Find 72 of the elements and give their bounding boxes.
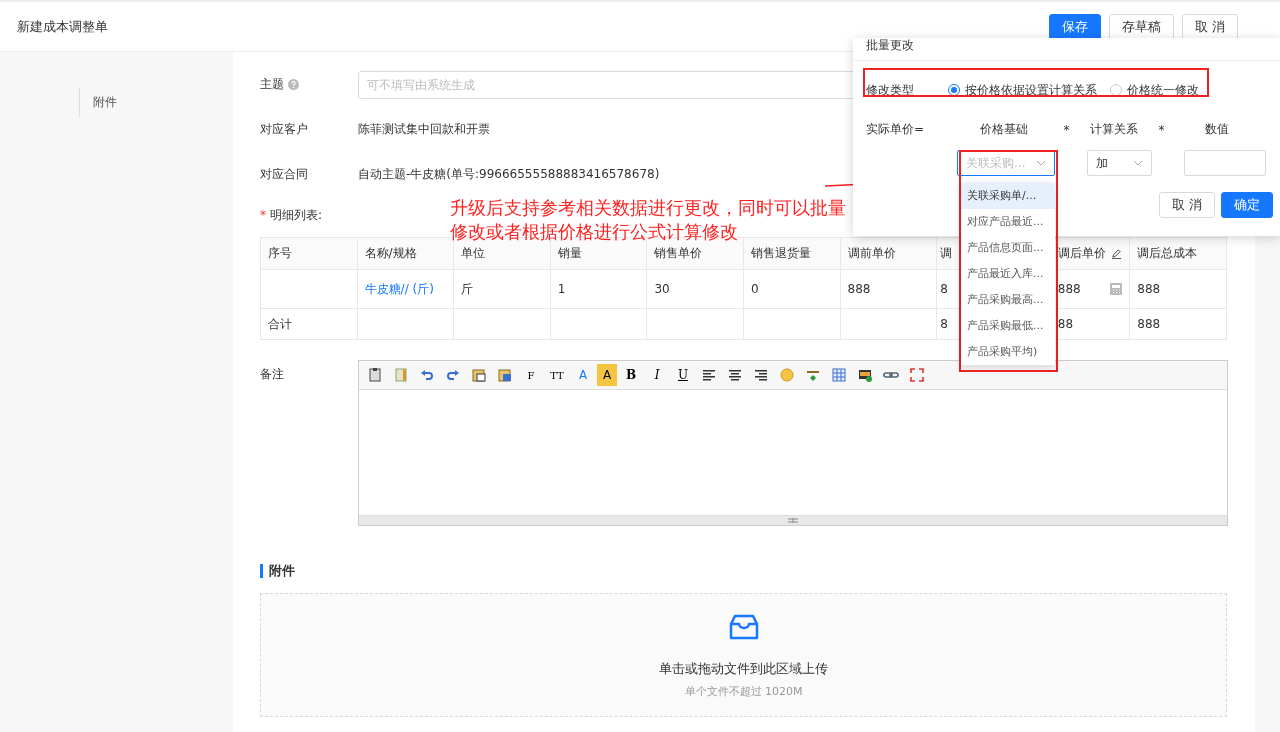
operator-select[interactable]: 加 bbox=[1087, 150, 1152, 176]
resize-handle-icon[interactable] bbox=[788, 518, 798, 523]
dropdown-option[interactable]: 关联采购单/... bbox=[961, 183, 1055, 209]
field-value: 自动主题-牛皮糖(单号:99666555588883416578678) bbox=[358, 166, 660, 183]
cancel-button[interactable]: 取 消 bbox=[1158, 192, 1215, 218]
column-header: 销售退货量 bbox=[750, 246, 811, 260]
table-cell: 888 bbox=[1057, 282, 1081, 296]
column-header: 名称/规格 bbox=[364, 246, 417, 260]
table-cell: 1 bbox=[557, 282, 566, 296]
table-cell: 8 bbox=[940, 317, 948, 331]
upload-area[interactable]: 单击或拖动文件到此区域上传 单个文件不超过 1020M bbox=[260, 593, 1227, 717]
column-header: 销量 bbox=[557, 246, 582, 260]
header-button[interactable]: 取 消 bbox=[1181, 14, 1238, 40]
dropdown-option[interactable]: 产品采购最低... bbox=[961, 313, 1055, 339]
table-cell: 8 bbox=[940, 282, 948, 296]
glyph-tool[interactable]: TT bbox=[545, 364, 569, 386]
highlight-tool[interactable]: A bbox=[597, 364, 617, 386]
bold-tool[interactable]: B bbox=[619, 364, 643, 386]
column-header: 调后单价 bbox=[1057, 245, 1106, 262]
field-label: 对应客户 bbox=[260, 121, 308, 138]
edit-icon[interactable] bbox=[1111, 248, 1123, 259]
formula-label: * bbox=[1062, 122, 1071, 137]
field-value: 陈菲测试集中回款和开票 bbox=[358, 121, 490, 138]
table-cell: 合计 bbox=[268, 316, 292, 331]
formula-label: * bbox=[1157, 122, 1166, 137]
save-button[interactable]: 保存 bbox=[1048, 14, 1101, 40]
chevron-icon bbox=[1036, 160, 1046, 166]
formula-label: 计算关系 bbox=[1089, 121, 1139, 138]
column-header: 单位 bbox=[461, 246, 486, 260]
italic-tool[interactable]: I bbox=[645, 364, 669, 386]
chevron-icon bbox=[1133, 160, 1143, 166]
column-header: 调 bbox=[940, 246, 953, 260]
field-label: 备注 bbox=[260, 366, 284, 383]
column-header: 销售单价 bbox=[654, 246, 703, 260]
section-title: 附件 bbox=[269, 562, 295, 580]
column-header: 序号 bbox=[268, 246, 292, 260]
dropdown-option[interactable]: 产品信息页面... bbox=[961, 235, 1055, 261]
table-cell: 88 bbox=[1057, 317, 1074, 331]
table-cell: 0 bbox=[750, 282, 759, 296]
header-button[interactable]: 存草稿 bbox=[1108, 14, 1174, 40]
dropdown-option[interactable]: 对应产品最近... bbox=[961, 209, 1055, 235]
field-label: 明细列表: bbox=[270, 206, 323, 224]
formula-label: 数值 bbox=[1203, 121, 1230, 138]
radio-label[interactable]: 价格统一修改 bbox=[1127, 81, 1199, 99]
formula-label: 实际单价= bbox=[866, 121, 926, 138]
field-label: 修改类型 bbox=[866, 81, 915, 99]
upload-hint: 单个文件不超过 1020M bbox=[684, 683, 803, 699]
table-cell: 888 bbox=[847, 282, 871, 296]
number-field[interactable] bbox=[1184, 150, 1266, 176]
radio-label[interactable]: 按价格依据设置计算关系 bbox=[965, 81, 1097, 99]
rich-text-editor[interactable]: F TT A A B I U bbox=[358, 360, 1228, 526]
field-label: 对应合同 bbox=[260, 166, 308, 183]
dropdown-option[interactable]: 产品最近入库... bbox=[961, 261, 1055, 287]
table-cell: 888 bbox=[1137, 282, 1161, 296]
column-header: 调后总成本 bbox=[1137, 246, 1198, 260]
formula-label: 价格基础 bbox=[979, 121, 1029, 138]
table-cell: 30 bbox=[654, 282, 670, 296]
popup-title: 批量更改 bbox=[853, 38, 1280, 61]
annotation-text: 升级后支持参考相关数据进行更改，同时可以批量修改或者根据价格进行公式计算修改 bbox=[450, 197, 847, 244]
color-tool[interactable]: A bbox=[571, 364, 595, 386]
column-header: 调前单价 bbox=[847, 246, 896, 260]
required-mark: * bbox=[260, 208, 266, 222]
field-label: 主题 bbox=[260, 76, 284, 93]
page-title: 新建成本调整单 bbox=[17, 17, 109, 36]
sidebar-item[interactable]: 附件 bbox=[79, 88, 130, 117]
dropdown-option[interactable]: 产品采购最高... bbox=[961, 287, 1055, 313]
table-cell: 888 bbox=[1137, 317, 1161, 331]
underline-tool[interactable]: U bbox=[671, 364, 695, 386]
upload-text: 单击或拖动文件到此区域上传 bbox=[659, 659, 828, 678]
glyph-tool[interactable]: F bbox=[519, 364, 543, 386]
table-cell: 斤 bbox=[461, 281, 474, 296]
confirm-button[interactable]: 确定 bbox=[1221, 192, 1273, 218]
